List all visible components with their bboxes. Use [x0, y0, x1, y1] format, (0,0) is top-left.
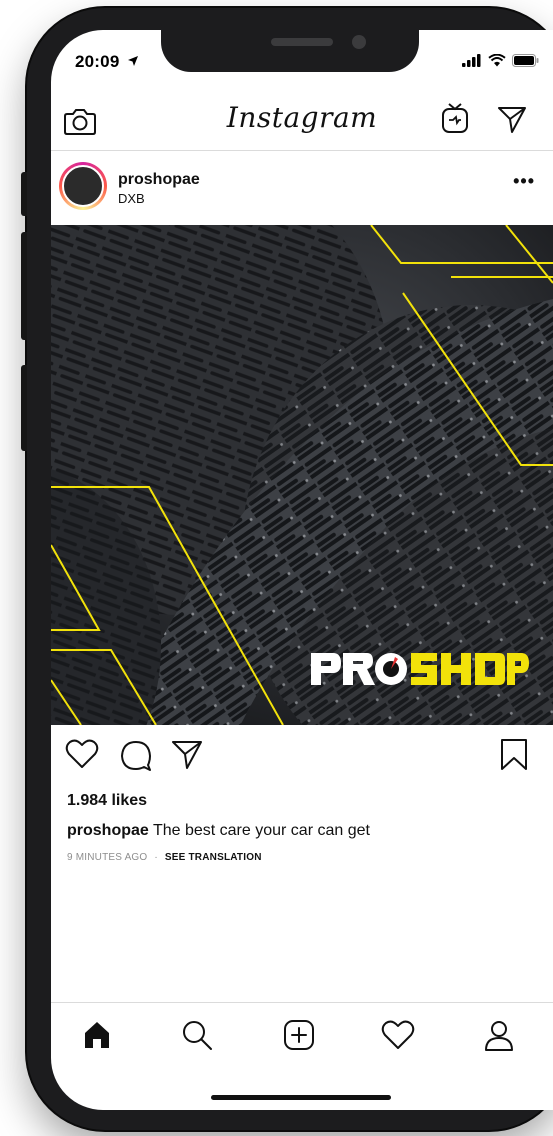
activity-heart-icon — [381, 1020, 415, 1049]
home-icon — [85, 1022, 109, 1048]
wifi-icon — [488, 54, 506, 67]
notch — [161, 30, 419, 72]
see-translation-link[interactable]: SEE TRANSLATION — [165, 852, 262, 863]
share-icon — [172, 741, 202, 769]
location-arrow-icon — [128, 56, 139, 66]
story-ring[interactable] — [59, 162, 107, 210]
direct-message-icon — [498, 107, 526, 133]
igtv-button[interactable] — [440, 102, 470, 139]
bookmark-icon — [501, 739, 527, 770]
proshop-logo — [309, 645, 529, 695]
proshop-wordmark-graphic — [311, 653, 529, 685]
share-button[interactable] — [171, 738, 203, 775]
search-icon — [183, 1021, 212, 1050]
post-actions — [51, 738, 553, 778]
more-options-button[interactable]: ••• — [513, 172, 535, 190]
post-image[interactable] — [51, 225, 553, 725]
profile-icon — [485, 1021, 513, 1051]
new-post-icon — [284, 1020, 314, 1050]
instagram-logo: Instagram — [226, 101, 378, 134]
instagram-header: Instagram — [51, 92, 553, 151]
caption-text: The best care your car can get — [148, 822, 370, 839]
home-indicator[interactable] — [211, 1095, 391, 1100]
screen: 20:09 Instagram proshopae DXB ••• 1.984 … — [51, 30, 553, 1110]
nav-home[interactable] — [81, 1019, 113, 1056]
direct-message-button[interactable] — [497, 104, 527, 139]
nav-search[interactable] — [181, 1019, 213, 1056]
front-camera — [352, 35, 366, 49]
status-indicators — [462, 54, 539, 67]
nav-activity[interactable] — [381, 1019, 415, 1056]
caption-username[interactable]: proshopae — [67, 822, 149, 839]
like-button[interactable] — [65, 738, 99, 775]
nav-new-post[interactable] — [283, 1019, 315, 1056]
volume-down-button — [21, 365, 27, 451]
post-location[interactable]: DXB — [118, 191, 145, 206]
post-timestamp: 9 MINUTES AGO — [67, 852, 148, 863]
volume-up-button — [21, 232, 27, 340]
status-time: 20:09 — [75, 52, 139, 72]
post-username[interactable]: proshopae — [118, 171, 200, 189]
igtv-icon — [442, 103, 468, 133]
comment-icon — [121, 741, 151, 771]
post-meta: 9 MINUTES AGO · SEE TRANSLATION — [67, 852, 262, 863]
heart-icon — [65, 739, 99, 768]
nav-profile[interactable] — [483, 1019, 515, 1056]
comment-button[interactable] — [119, 738, 153, 777]
bottom-navigation — [51, 1002, 553, 1075]
mute-switch — [21, 172, 27, 216]
likes-count[interactable]: 1.984 likes — [67, 792, 147, 810]
post-caption: proshopae The best care your car can get — [67, 822, 370, 840]
post-header: proshopae DXB ••• — [51, 151, 553, 225]
battery-icon — [512, 54, 539, 67]
status-time-text: 20:09 — [75, 52, 120, 71]
meta-separator: · — [154, 852, 158, 863]
avatar[interactable] — [62, 165, 104, 207]
save-button[interactable] — [499, 738, 529, 777]
speaker-grille — [271, 38, 333, 46]
cellular-signal-icon — [462, 54, 481, 67]
